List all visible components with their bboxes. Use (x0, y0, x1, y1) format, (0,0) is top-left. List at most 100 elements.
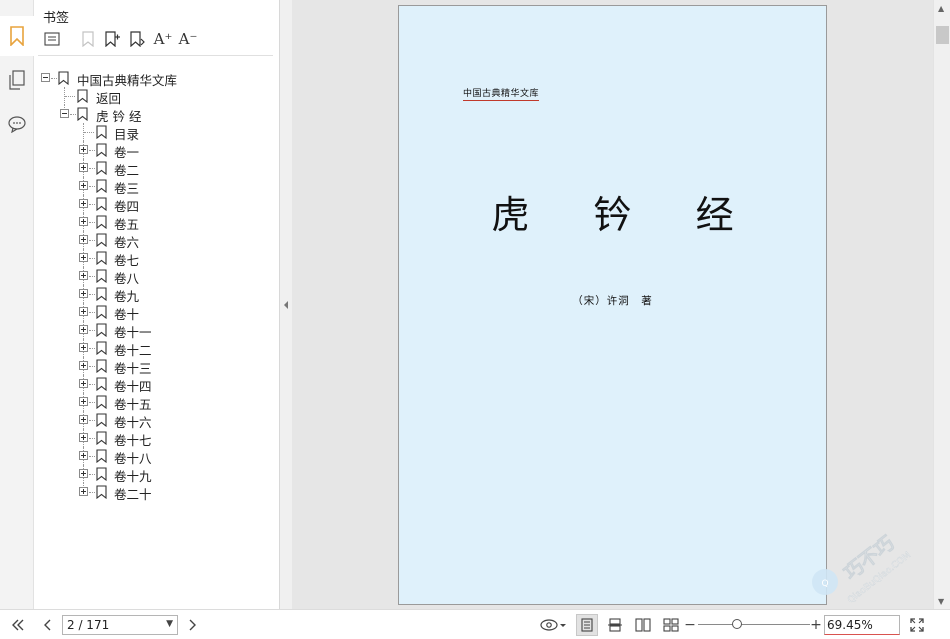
zoom-level-input[interactable]: 69.45% (824, 615, 900, 635)
bookmark-tree: 中国古典精华文库 返回 虎 钤 经 目录 卷一 卷二 卷三 卷四 卷五 卷六 卷… (34, 69, 280, 502)
add-child-bookmark-icon[interactable] (126, 28, 150, 50)
bookmark-root[interactable]: 中国古典精华文库 (34, 69, 280, 88)
bookmark-item-chapter[interactable]: 卷三 (34, 177, 280, 196)
vertical-scrollbar[interactable]: ▲ ▼ (933, 0, 950, 609)
fullscreen-icon[interactable] (906, 610, 928, 639)
bookmark-item-book[interactable]: 虎 钤 经 (34, 105, 280, 124)
bookmark-toolbar: A⁺ A⁻ (40, 28, 201, 50)
zoom-in-icon[interactable]: + (810, 610, 822, 639)
bookmark-item-toc[interactable]: 目录 (34, 123, 280, 142)
pdf-reader-window: 书签 A⁺ A⁻ 中国古典精华文库 返回 虎 钤 经 目录 卷一 卷二 卷三 卷… (0, 0, 950, 639)
bookmark-item-chapter[interactable]: 卷七 (34, 249, 280, 268)
add-bookmark-icon[interactable] (101, 28, 125, 50)
bookmark-item-chapter[interactable]: 卷十 (34, 303, 280, 322)
chevron-down-icon[interactable]: ▼ (166, 619, 173, 629)
single-page-view-icon[interactable] (576, 614, 598, 636)
expand-toggle-icon[interactable] (79, 199, 88, 208)
bookmark-panel: 书签 A⁺ A⁻ 中国古典精华文库 返回 虎 钤 经 目录 卷一 卷二 卷三 卷… (34, 0, 280, 609)
bookmark-item-chapter[interactable]: 卷六 (34, 231, 280, 250)
read-mode-icon[interactable] (538, 610, 568, 639)
expand-toggle-icon[interactable] (79, 433, 88, 442)
expand-toggle-icon[interactable] (79, 487, 88, 496)
bookmark-icon (96, 449, 107, 463)
first-page-icon[interactable] (8, 610, 28, 639)
bookmarks-panel-icon[interactable] (0, 16, 34, 56)
scroll-thumb[interactable] (936, 26, 949, 44)
bookmark-icon (96, 395, 107, 409)
expand-toggle-icon[interactable] (79, 253, 88, 262)
expand-toggle-icon[interactable] (79, 145, 88, 154)
bookmark-item-chapter[interactable]: 卷九 (34, 285, 280, 304)
bookmark-item-chapter[interactable]: 卷十二 (34, 339, 280, 358)
expand-toggle-icon[interactable] (79, 343, 88, 352)
bookmark-icon (96, 269, 107, 283)
panel-title: 书签 (43, 11, 70, 26)
bookmark-icon (96, 359, 107, 373)
next-page-icon[interactable] (184, 610, 202, 639)
collapse-panel-arrow-icon[interactable] (283, 300, 289, 310)
expand-toggle-icon[interactable] (79, 163, 88, 172)
zoom-out-icon[interactable]: − (684, 610, 696, 639)
book-author: （宋）许洞 著 (572, 295, 653, 307)
bookmark-icon (96, 431, 107, 445)
bookmark-item-chapter[interactable]: 卷五 (34, 213, 280, 232)
bookmark-item-chapter[interactable]: 卷十八 (34, 447, 280, 466)
bookmark-icon (96, 323, 107, 337)
pdf-page: 中国古典精华文库 虎 钤 经 （宋）许洞 著 (398, 5, 827, 605)
expand-toggle-icon[interactable] (79, 235, 88, 244)
expand-all-icon[interactable] (40, 28, 64, 50)
panel-splitter[interactable] (280, 0, 292, 609)
previous-page-icon[interactable] (38, 610, 56, 639)
expand-toggle-icon[interactable] (79, 307, 88, 316)
series-name: 中国古典精华文库 (463, 86, 540, 101)
scroll-up-icon[interactable]: ▲ (938, 4, 944, 13)
bookmark-label: 卷二十 (114, 487, 152, 502)
bookmark-icon (96, 197, 107, 211)
collapse-toggle-icon[interactable] (60, 109, 69, 118)
bookmark-item-chapter[interactable]: 卷十七 (34, 429, 280, 448)
expand-toggle-icon[interactable] (79, 217, 88, 226)
bookmark-item-back[interactable]: 返回 (34, 87, 280, 106)
comments-panel-icon[interactable] (0, 104, 34, 144)
bookmark-item-chapter[interactable]: 卷十五 (34, 393, 280, 412)
expand-toggle-icon[interactable] (79, 379, 88, 388)
bookmark-item-chapter[interactable]: 卷十四 (34, 375, 280, 394)
font-larger-icon[interactable]: A⁺ (151, 28, 175, 50)
bookmark-item-chapter[interactable]: 卷二十 (34, 483, 280, 502)
divider (38, 55, 273, 56)
two-page-view-icon[interactable] (632, 610, 654, 639)
thumbnails-panel-icon[interactable] (0, 60, 34, 100)
expand-toggle-icon[interactable] (79, 415, 88, 424)
page-number-input[interactable]: 2 / 171 ▼ (62, 615, 178, 635)
bookmark-item-chapter[interactable]: 卷十九 (34, 465, 280, 484)
expand-toggle-icon[interactable] (79, 271, 88, 280)
bookmark-item-chapter[interactable]: 卷十六 (34, 411, 280, 430)
bookmark-icon (96, 305, 107, 319)
expand-toggle-icon[interactable] (79, 397, 88, 406)
zoom-value: 69.45% (827, 618, 873, 632)
bookmark-icon (96, 179, 107, 193)
two-page-continuous-icon[interactable] (660, 610, 682, 639)
expand-toggle-icon[interactable] (79, 451, 88, 460)
continuous-view-icon[interactable] (604, 610, 626, 639)
zoom-slider[interactable] (698, 624, 810, 625)
font-smaller-icon[interactable]: A⁻ (176, 28, 200, 50)
bookmark-item-chapter[interactable]: 卷十三 (34, 357, 280, 376)
bookmark-icon (96, 287, 107, 301)
expand-toggle-icon[interactable] (79, 361, 88, 370)
bookmark-item-chapter[interactable]: 卷一 (34, 141, 280, 160)
bookmark-item-chapter[interactable]: 卷二 (34, 159, 280, 178)
expand-toggle-icon[interactable] (79, 325, 88, 334)
zoom-slider-knob[interactable] (732, 619, 742, 629)
bookmark-icon (96, 125, 107, 139)
bookmark-item-chapter[interactable]: 卷十一 (34, 321, 280, 340)
bookmark-icon (96, 143, 107, 157)
bookmark-item-chapter[interactable]: 卷四 (34, 195, 280, 214)
expand-toggle-icon[interactable] (79, 289, 88, 298)
scroll-down-icon[interactable]: ▼ (938, 597, 944, 606)
expand-toggle-icon[interactable] (79, 181, 88, 190)
bookmark-item-chapter[interactable]: 卷八 (34, 267, 280, 286)
expand-toggle-icon[interactable] (79, 469, 88, 478)
collapse-toggle-icon[interactable] (41, 73, 50, 82)
document-view[interactable]: 中国古典精华文库 虎 钤 经 （宋）许洞 著 (292, 0, 933, 609)
